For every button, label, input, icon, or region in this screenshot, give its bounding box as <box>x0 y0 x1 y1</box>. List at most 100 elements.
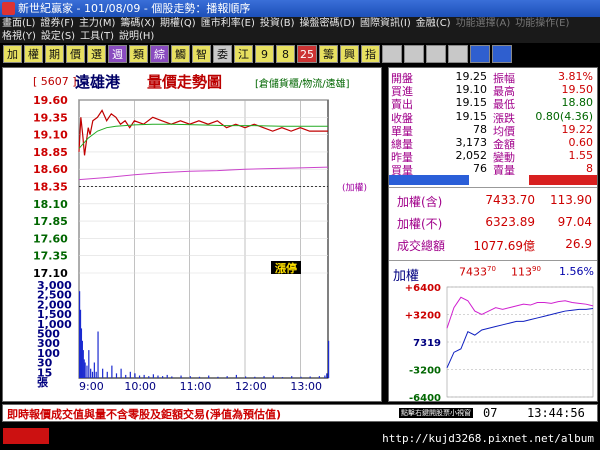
menu-item-1[interactable]: 證券(F) <box>40 18 74 29</box>
menu-item-2[interactable]: 主力(M) <box>79 18 115 29</box>
mini-window-hint[interactable]: 點擊右鍵開股票小視窗 <box>399 408 473 418</box>
index-incl-value: 7433.70 <box>485 193 535 207</box>
toolbar-button-1[interactable]: 權 <box>24 45 43 63</box>
toolbar-button-15[interactable]: 籌 <box>319 45 338 63</box>
menu-item-8[interactable]: 國際資訊(I) <box>360 18 411 29</box>
mini-y-tick-label: 7319 <box>413 338 441 349</box>
quote-row: 收盤 19.15 漲跌 0.80(4.36) <box>389 109 599 125</box>
toolbar-button-7[interactable]: 綜 <box>150 45 169 63</box>
watermark-url: http://kujd3268.pixnet.net/album <box>382 432 594 445</box>
toolbar-button-13[interactable]: 8 <box>276 45 295 63</box>
industry-group[interactable]: [倉儲貨櫃/物流/遠雄] <box>255 75 350 90</box>
quote-panel: 開盤 19.25 振幅 3.81% 買進 19.10 最高 19.50 賣出 19.15 最低 18.… <box>388 67 598 402</box>
y-tick-label: 18.10 <box>33 198 68 211</box>
toolbar-button-3[interactable]: 價 <box>66 45 85 63</box>
mini-index-title: 加權 <box>393 269 420 284</box>
menu-item-4[interactable]: 期權(Q) <box>160 18 196 29</box>
toolbar-button-16[interactable]: 興 <box>340 45 359 63</box>
x-tick-label: 11:00 <box>180 380 212 393</box>
menu-item-7[interactable]: 操盤密碼(D) <box>300 18 356 29</box>
volume-bar <box>90 368 92 378</box>
quote-value: 19.15 <box>455 109 488 123</box>
status-message: 即時報價成交值與量不含零股及鉅額交易(淨值為預估值) <box>7 408 282 421</box>
toolbar-button-4[interactable]: 選 <box>87 45 106 63</box>
volume-bar <box>106 371 108 378</box>
toolbar-button-14[interactable]: 25 <box>297 45 317 63</box>
quote-row: 昨量 2,052 變動 1.55 <box>389 149 599 164</box>
volume-bar <box>111 365 113 378</box>
toolbar-button-23[interactable] <box>492 45 512 63</box>
volume-bar <box>217 376 219 378</box>
menu-item-9[interactable]: 金融(C) <box>416 18 451 29</box>
toolbar-button-5[interactable]: 週 <box>108 45 127 63</box>
volume-bar <box>125 374 127 378</box>
toolbar-button-19[interactable] <box>404 45 424 63</box>
turnover-change: 26.9 <box>565 237 592 251</box>
menu-item-2-0[interactable]: 格視(Y) <box>2 31 36 42</box>
menu-item-2-2[interactable]: 工具(T) <box>80 31 114 42</box>
volume-bar <box>97 331 99 378</box>
plot-frame <box>78 99 329 379</box>
quote-row: 賣出 19.15 最低 18.80 <box>389 96 599 111</box>
toolbar-button-2[interactable]: 期 <box>45 45 64 63</box>
toolbar-button-22[interactable] <box>470 45 490 63</box>
mini-y-tick-label: -6400 <box>409 393 441 401</box>
toolbar-button-11[interactable]: 江 <box>234 45 253 63</box>
toolbar-button-18[interactable] <box>382 45 402 63</box>
toolbar-button-17[interactable]: 指 <box>361 45 380 63</box>
menu-item-5[interactable]: 匯市利率(E) <box>201 18 255 29</box>
mini-index-pct: 1.56% <box>559 265 594 278</box>
volume-bar <box>328 340 330 378</box>
mini-y-tick-label: +3200 <box>405 311 441 322</box>
toolbar-button-9[interactable]: 智 <box>192 45 211 63</box>
volume-bar <box>189 376 191 378</box>
volume-bar <box>91 371 94 378</box>
turnover-row: 成交總額 1077.69億 26.9 <box>395 237 595 255</box>
clock: 13:44:56 <box>527 406 585 420</box>
menu-item-11[interactable]: 功能操作(E) <box>515 18 569 29</box>
volume-bar <box>138 375 141 378</box>
volume-bar <box>143 374 145 378</box>
quote-value: 19.50 <box>561 83 594 97</box>
menu-item-3[interactable]: 籌碼(X) <box>120 18 155 29</box>
stock-code: [ 5607 ] <box>33 75 77 88</box>
index-mini-chart: +6400 +3200 7319 -3200 -6400 <box>405 283 594 401</box>
toolbar-button-21[interactable] <box>448 45 468 63</box>
menu-item-2-3[interactable]: 說明(H) <box>119 31 154 42</box>
bottom-bar: http://kujd3268.pixnet.net/album <box>0 424 600 450</box>
x-tick-label: 10:00 <box>124 380 156 393</box>
volume-bar <box>102 368 104 378</box>
volume-bar <box>324 375 326 378</box>
toolbar-button-12[interactable]: 9 <box>255 45 274 63</box>
quote-row: 買進 19.10 最高 19.50 <box>389 83 599 98</box>
quote-value: 19.10 <box>455 83 488 97</box>
menu-item-0[interactable]: 畫面(L) <box>2 18 35 29</box>
volume-bar <box>152 374 154 378</box>
volume-bar <box>88 350 90 378</box>
start-button[interactable] <box>3 428 49 444</box>
bid-ask-bar <box>389 175 597 185</box>
toolbar-button-8[interactable]: 觸 <box>171 45 190 63</box>
toolbar-button-20[interactable] <box>426 45 446 63</box>
volume-bar <box>129 371 131 378</box>
mini-index-header: 加權 743370 11390 1.56% <box>393 265 595 284</box>
y-tick-label: 18.35 <box>33 181 68 194</box>
menu-item-10[interactable]: 功能選擇(A) <box>456 18 511 29</box>
toolbar-button-6[interactable]: 類 <box>129 45 148 63</box>
quote-value: 8 <box>586 162 593 176</box>
toolbar-button-0[interactable]: 加 <box>3 45 22 63</box>
menu-item-2-1[interactable]: 設定(S) <box>41 31 75 42</box>
toolbar: 加權期價選週類綜觸智委江 9 8 25 籌興指 <box>0 43 600 65</box>
y-tick-label: 17.35 <box>33 250 68 263</box>
quote-row: 單量 78 均價 19.22 <box>389 123 599 138</box>
index-excl-label: 加權(不) <box>397 217 443 231</box>
volume-bar <box>120 368 122 378</box>
volume-bar <box>198 376 201 378</box>
menu-item-6[interactable]: 投資(B) <box>260 18 295 29</box>
volume-bar <box>291 376 293 378</box>
volume-bar <box>309 376 311 378</box>
toolbar-button-10[interactable]: 委 <box>213 45 232 63</box>
volume-bar <box>86 365 88 378</box>
volume-bar <box>93 362 95 378</box>
x-tick-label: 13:00 <box>290 380 322 393</box>
